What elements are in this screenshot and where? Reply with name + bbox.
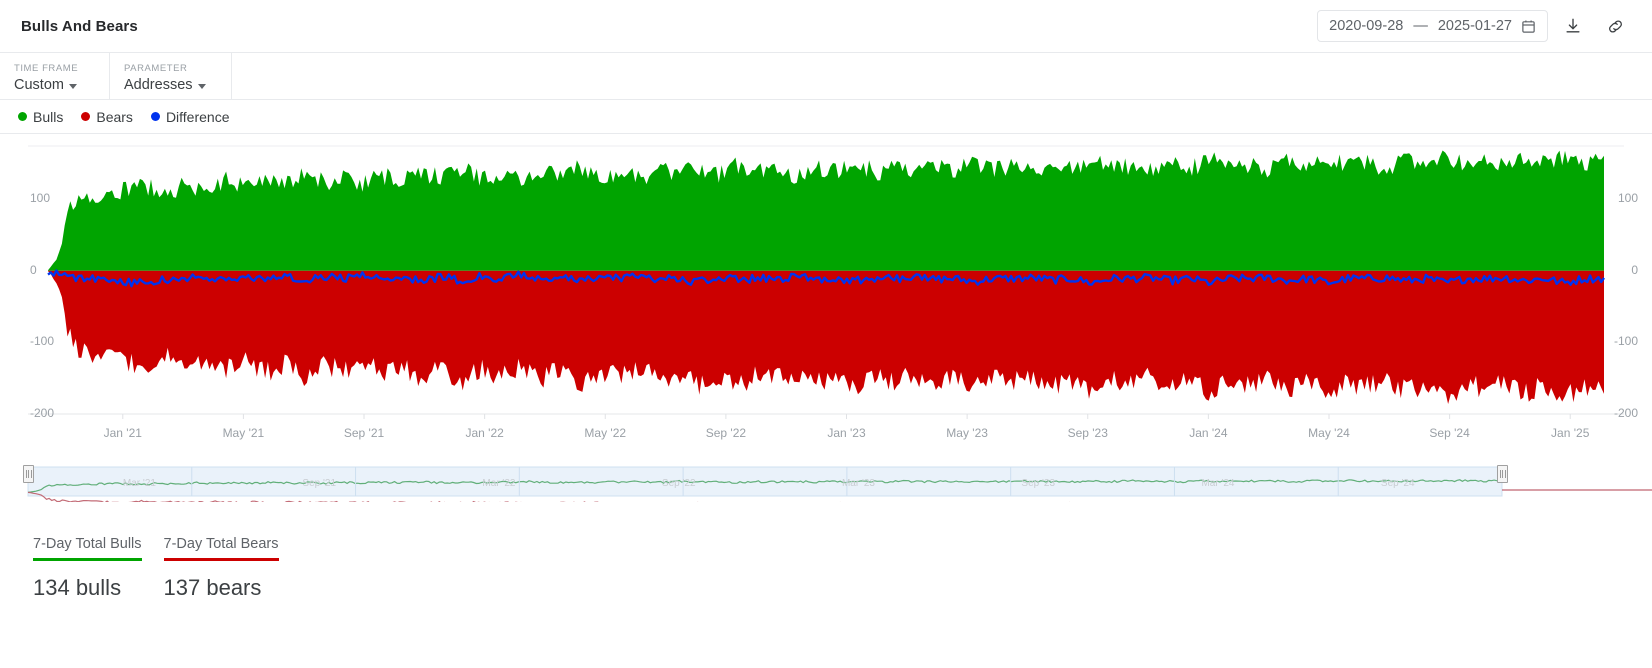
navigator-mini-label: Sep '22 (661, 478, 696, 489)
time-frame-value: Custom (14, 77, 64, 93)
chevron-down-icon (68, 83, 77, 89)
x-axis-label: Sep '23 (1067, 426, 1108, 440)
header-bar: Bulls And Bears 2020-09-28 — 2025-01-27 (0, 0, 1652, 53)
x-axis-label: Sep '21 (343, 426, 385, 440)
download-button[interactable] (1556, 9, 1590, 43)
legend-dot-difference (150, 112, 160, 121)
x-axis-label: May '22 (584, 426, 627, 440)
x-axis-label: Jan '21 (103, 426, 142, 440)
parameter-label: PARAMETER (124, 63, 188, 74)
y-axis-label-right: 0 (1631, 262, 1638, 277)
bulls-and-bears-dashboard: Bulls And Bears 2020-09-28 — 2025-01-27 (0, 0, 1652, 668)
time-frame-label: TIME FRAME (14, 63, 79, 74)
y-axis-label-right: -100 (1613, 334, 1638, 349)
stat-value-bears: 137 bears (163, 574, 262, 600)
legend-label-bears: Bears (96, 108, 133, 125)
legend-item-bulls[interactable]: Bulls (18, 109, 63, 125)
x-axis-label: Jan '23 (827, 426, 866, 440)
navigator-mini-label: Mar '21 (122, 478, 156, 489)
stat-rule-bears (163, 558, 279, 561)
date-range-end: 2025-01-27 (1437, 18, 1512, 34)
x-axis-label: Jan '22 (465, 426, 504, 440)
y-axis-label-left: -100 (30, 334, 55, 349)
navigator-mini-label: Mar '23 (841, 478, 875, 489)
navigator-mini-label: Mar '24 (1201, 478, 1235, 489)
parameter-value: Addresses (124, 77, 193, 93)
y-axis-label-left: 0 (30, 262, 37, 277)
summary-stats: 7-Day Total Bulls 134 bulls 7-Day Total … (0, 502, 1652, 601)
range-handle-left[interactable] (23, 465, 34, 483)
time-frame-value-wrap: Custom (14, 76, 93, 94)
navigator-mini-label: Mar '22 (482, 478, 516, 489)
chart-canvas (28, 145, 1624, 419)
x-axis-label: Sep '24 (1429, 426, 1470, 440)
navigator-mini-label: Sep '24 (1380, 478, 1415, 489)
header-actions: 2020-09-28 — 2025-01-27 (1317, 9, 1632, 43)
legend-item-bears[interactable]: Bears (81, 109, 133, 125)
x-axis-label: May '23 (946, 426, 988, 440)
legend-dot-bears (81, 112, 91, 121)
controls-row: TIME FRAME Custom PARAMETER Addresses (0, 53, 1652, 100)
x-axis-label: May '21 (222, 426, 265, 440)
x-axis-label: Jan '24 (1189, 426, 1228, 440)
x-axis-label: Jan '25 (1551, 426, 1590, 440)
navigator-mini-label: Sep '23 (1021, 478, 1056, 489)
stat-value-bulls: 134 bulls (33, 574, 122, 600)
chart-legend: Bulls Bears Difference (0, 100, 1652, 134)
range-navigator[interactable]: Mar '21 Sep '21 Mar '22 Sep '22 Mar '23 Sep '… (0, 456, 1652, 502)
link-icon (1606, 17, 1625, 36)
date-range-start: 2020-09-28 (1329, 18, 1404, 34)
parameter-selector[interactable]: PARAMETER Addresses (110, 53, 232, 99)
copy-link-button[interactable] (1598, 9, 1632, 43)
main-chart[interactable]: 100 100 0 0 -100 -100 -200 -200 Jan '21 May '21 Se… (0, 134, 1652, 456)
calendar-icon (1521, 19, 1536, 34)
y-axis-label-right: -200 (1613, 406, 1638, 420)
range-handle-right[interactable] (1497, 465, 1508, 483)
download-icon (1564, 17, 1582, 35)
y-axis-label-right: 100 (1617, 191, 1638, 205)
navigator-mini-label: Sep '21 (302, 478, 337, 489)
legend-label-bulls: Bulls (33, 108, 64, 125)
stat-bulls: 7-Day Total Bulls 134 bulls (33, 536, 142, 601)
legend-label-difference: Difference (165, 108, 230, 125)
date-range-separator: — (1413, 18, 1428, 34)
legend-dot-bulls (18, 112, 27, 121)
parameter-value-wrap: Addresses (124, 76, 215, 94)
x-axis-label: May '24 (1308, 426, 1350, 440)
stat-label-bears: 7-Day Total Bears (163, 536, 279, 552)
x-axis-label: Sep '22 (705, 426, 747, 440)
legend-item-difference[interactable]: Difference (150, 108, 230, 125)
date-range-picker[interactable]: 2020-09-28 — 2025-01-27 (1317, 10, 1548, 42)
stat-bears: 7-Day Total Bears 137 bears (163, 536, 279, 601)
chevron-down-icon (197, 83, 206, 89)
time-frame-selector[interactable]: TIME FRAME Custom (0, 53, 110, 99)
y-axis-label-left: 100 (30, 191, 51, 205)
page-title: Bulls And Bears (21, 17, 138, 35)
stat-label-bulls: 7-Day Total Bulls (33, 536, 142, 552)
y-axis-label-left: -200 (30, 406, 55, 420)
stat-rule-bulls (33, 558, 142, 561)
